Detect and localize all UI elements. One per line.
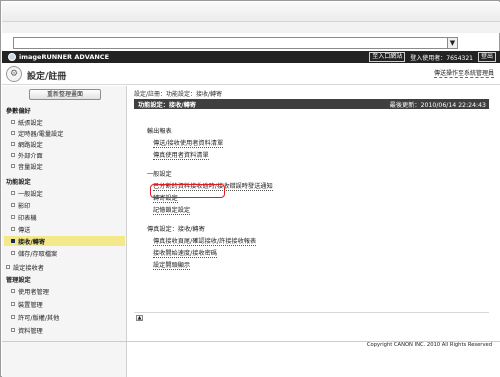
link-header-display[interactable]: 設定開頭顯示 xyxy=(153,260,191,270)
web-page: imageRUNNER ADVANCE 至入口網站 登入使用者：7654321 … xyxy=(2,51,500,377)
copyright: Copyright CANON INC. 2010 All Rights Res… xyxy=(366,342,492,348)
canon-logo-icon xyxy=(8,53,16,61)
section-title: 功能設定：接收/轉寄 xyxy=(138,102,196,109)
top-links: 至入口網站 登入使用者：7654321 登出 xyxy=(369,51,496,63)
bullet-icon xyxy=(11,289,15,293)
bullet-icon xyxy=(11,215,15,219)
settings-content: 輸出報表 傳送/接收使用者資料清單 傳真使用者資料清單 一般設定 已分割的資料接… xyxy=(134,111,489,301)
address-dropdown-icon[interactable]: ▼ xyxy=(447,37,458,49)
settings-gear-icon: ⚙ xyxy=(6,66,22,82)
bullet-icon xyxy=(11,131,15,135)
sidebar-section-function: 功能設定 xyxy=(6,179,31,186)
bullet-icon xyxy=(11,191,15,195)
bullet-icon xyxy=(11,239,15,243)
browser-tabbar xyxy=(2,22,500,33)
sidebar-item-data-management[interactable]: 資料管理 xyxy=(11,325,43,335)
sidebar-section-preferences: 參數偏好 xyxy=(6,108,31,115)
address-bar[interactable] xyxy=(13,37,458,49)
link-receive-speed[interactable]: 接收開始速度/接收密碼 xyxy=(153,248,217,258)
sidebar-item-receive-forward[interactable]: 接收/轉寄 xyxy=(4,236,125,246)
bullet-icon xyxy=(11,203,15,207)
bullet-icon xyxy=(11,164,15,168)
sidebar-item-external-interface[interactable]: 外部介面 xyxy=(11,150,43,160)
link-fax-user-list[interactable]: 傳真使用者資料清單 xyxy=(153,150,209,160)
bullet-icon xyxy=(11,315,15,319)
sidebar-item-volume[interactable]: 音量設定 xyxy=(11,161,43,171)
sidebar: 重新整理畫面 參數偏好 紙張設定 定時器/電量設定 網路設定 外部介面 音量設定… xyxy=(2,86,127,377)
bullet-icon xyxy=(11,227,15,231)
login-user-label: 登入使用者：7654321 xyxy=(410,54,473,62)
sidebar-item-device-management[interactable]: 裝置管理 xyxy=(11,299,43,309)
logout-link[interactable]: 登出 xyxy=(477,52,496,62)
scroll-top-icon[interactable]: ▲ xyxy=(136,315,143,321)
highlight-box xyxy=(150,184,225,198)
sidebar-item-paper[interactable]: 紙張設定 xyxy=(11,117,43,127)
portal-link[interactable]: 至入口網站 xyxy=(369,52,406,62)
bullet-icon xyxy=(11,120,15,124)
bullet-icon xyxy=(11,142,15,146)
last-updated: 最後更新：2010/06/14 22:24:43 xyxy=(389,102,486,109)
group-title-general: 一般設定 xyxy=(147,171,172,178)
sidebar-item-license[interactable]: 許可/版權/其他 xyxy=(11,312,59,322)
section-header: 功能設定：接收/轉寄 最後更新：2010/06/14 22:24:43 xyxy=(134,99,489,109)
sidebar-item-send[interactable]: 傳送 xyxy=(11,224,30,234)
page-header: ⚙ 設定/註冊 傳送操作至系統管理員 xyxy=(2,63,500,85)
link-memory-lock[interactable]: 記憶鎖定設定 xyxy=(153,205,191,215)
top-bar: imageRUNNER ADVANCE 至入口網站 登入使用者：7654321 … xyxy=(2,51,500,63)
send-to-admin-link[interactable]: 傳送操作至系統管理員 xyxy=(433,68,494,78)
link-send-receive-user-list[interactable]: 傳送/接收使用者資料清單 xyxy=(153,138,224,148)
page-title: 設定/註冊 xyxy=(27,72,67,82)
refresh-button[interactable]: 重新整理畫面 xyxy=(29,89,101,100)
bullet-icon xyxy=(11,328,15,332)
main-panel: 設定/註冊：功能設定：接收/轉寄 功能設定：接收/轉寄 最後更新：2010/06… xyxy=(130,86,500,377)
bullet-icon xyxy=(6,265,10,269)
sidebar-item-timer[interactable]: 定時器/電量設定 xyxy=(11,128,63,138)
browser-window: ▼ imageRUNNER ADVANCE 至入口網站 登入使用者：765432… xyxy=(0,0,500,377)
sidebar-item-store-access[interactable]: 儲存/存取檔案 xyxy=(11,248,57,258)
sidebar-item-network[interactable]: 網路設定 xyxy=(11,139,43,149)
brand: imageRUNNER ADVANCE xyxy=(8,51,109,63)
browser-toolbar xyxy=(2,2,500,22)
sidebar-item-printer[interactable]: 印表機 xyxy=(11,212,37,222)
sidebar-item-destination[interactable]: 設定接收者 xyxy=(6,262,44,272)
group-title-fax: 傳真設定：接收/轉寄 xyxy=(147,226,205,233)
sidebar-item-copy[interactable]: 影印 xyxy=(11,200,30,210)
brand-name: imageRUNNER ADVANCE xyxy=(19,53,110,61)
group-title-output-report: 輸出報表 xyxy=(147,128,172,135)
breadcrumb: 設定/註冊：功能設定：接收/轉寄 xyxy=(134,91,223,98)
sidebar-item-user-management[interactable]: 使用者管理 xyxy=(11,286,49,296)
divider xyxy=(134,312,489,313)
bullet-icon xyxy=(11,302,15,306)
bullet-icon xyxy=(11,251,15,255)
link-fax-receive-footer[interactable]: 傳真接收頁尾/確認接收/許接接收報表 xyxy=(153,236,257,246)
sidebar-section-management: 管理設定 xyxy=(6,277,31,284)
bullet-icon xyxy=(11,153,15,157)
sidebar-item-general[interactable]: 一般設定 xyxy=(11,188,43,198)
